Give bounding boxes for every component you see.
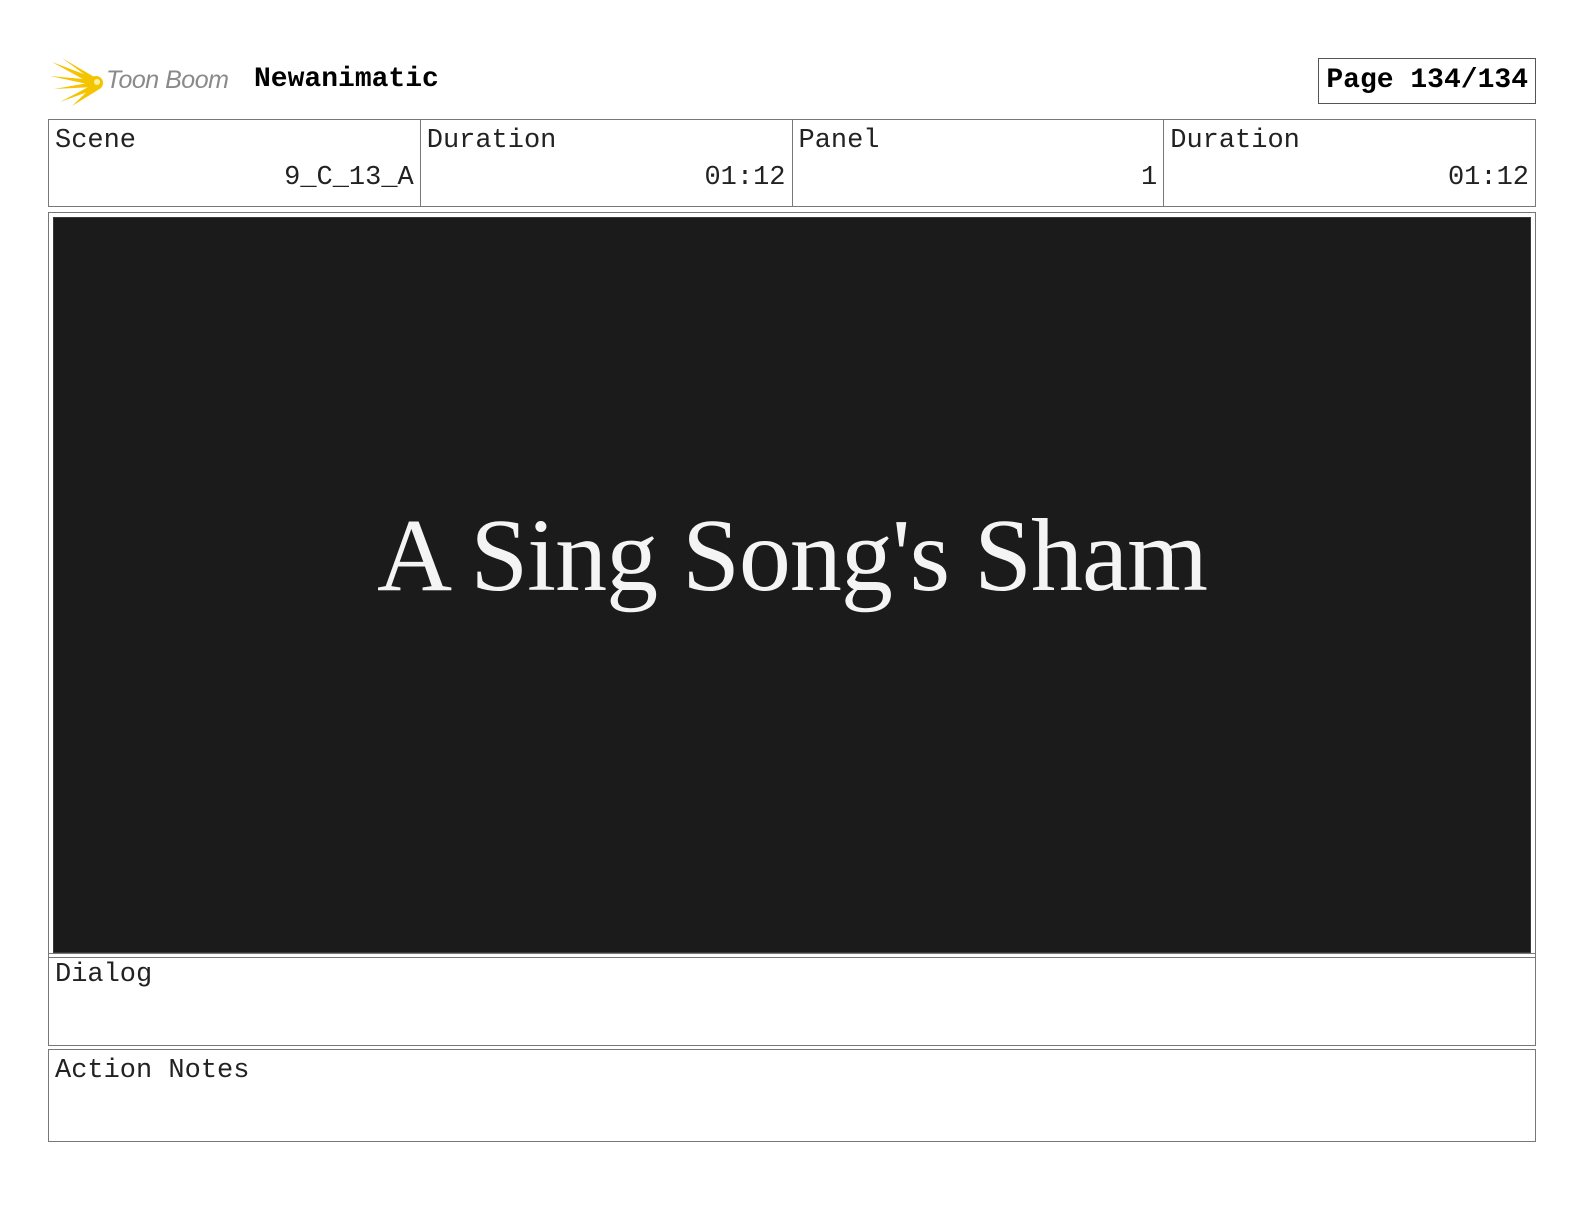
panel-title-card-text: A Sing Song's Sham — [376, 497, 1208, 613]
brand-text: Toon Boom — [106, 66, 229, 94]
scene-value: 9_C_13_A — [284, 163, 414, 193]
panel-cell: Panel 1 — [793, 120, 1165, 206]
panel-value: 1 — [1141, 163, 1158, 193]
toon-boom-logo-icon — [50, 58, 103, 106]
panel-label: Panel — [798, 126, 880, 156]
scene-duration-cell: Duration 01:12 — [421, 120, 793, 206]
page-number: Page 134/134 — [1318, 58, 1536, 104]
scene-label: Scene — [55, 126, 137, 156]
toon-boom-logo: Toon Boom — [50, 56, 250, 108]
scene-duration-value: 01:12 — [704, 163, 786, 193]
action-notes-label: Action Notes — [55, 1056, 250, 1086]
panel-image: A Sing Song's Sham — [53, 217, 1531, 953]
project-title: Newanimatic — [254, 64, 439, 95]
panel-duration-value: 01:12 — [1447, 163, 1529, 193]
panel-duration-label: Duration — [1170, 126, 1300, 156]
panel-duration-cell: Duration 01:12 — [1164, 120, 1535, 206]
scene-info-table: Scene 9_C_13_A Duration 01:12 Panel 1 Du… — [48, 119, 1536, 207]
page-header: Toon Boom Newanimatic Page 134/134 — [48, 54, 1536, 110]
action-notes-box: Action Notes — [48, 1049, 1536, 1142]
scene-cell: Scene 9_C_13_A — [49, 120, 421, 206]
scene-duration-label: Duration — [426, 126, 557, 156]
panel-frame: A Sing Song's Sham — [48, 212, 1536, 958]
dialog-label: Dialog — [55, 960, 153, 990]
dialog-box: Dialog — [48, 953, 1536, 1046]
